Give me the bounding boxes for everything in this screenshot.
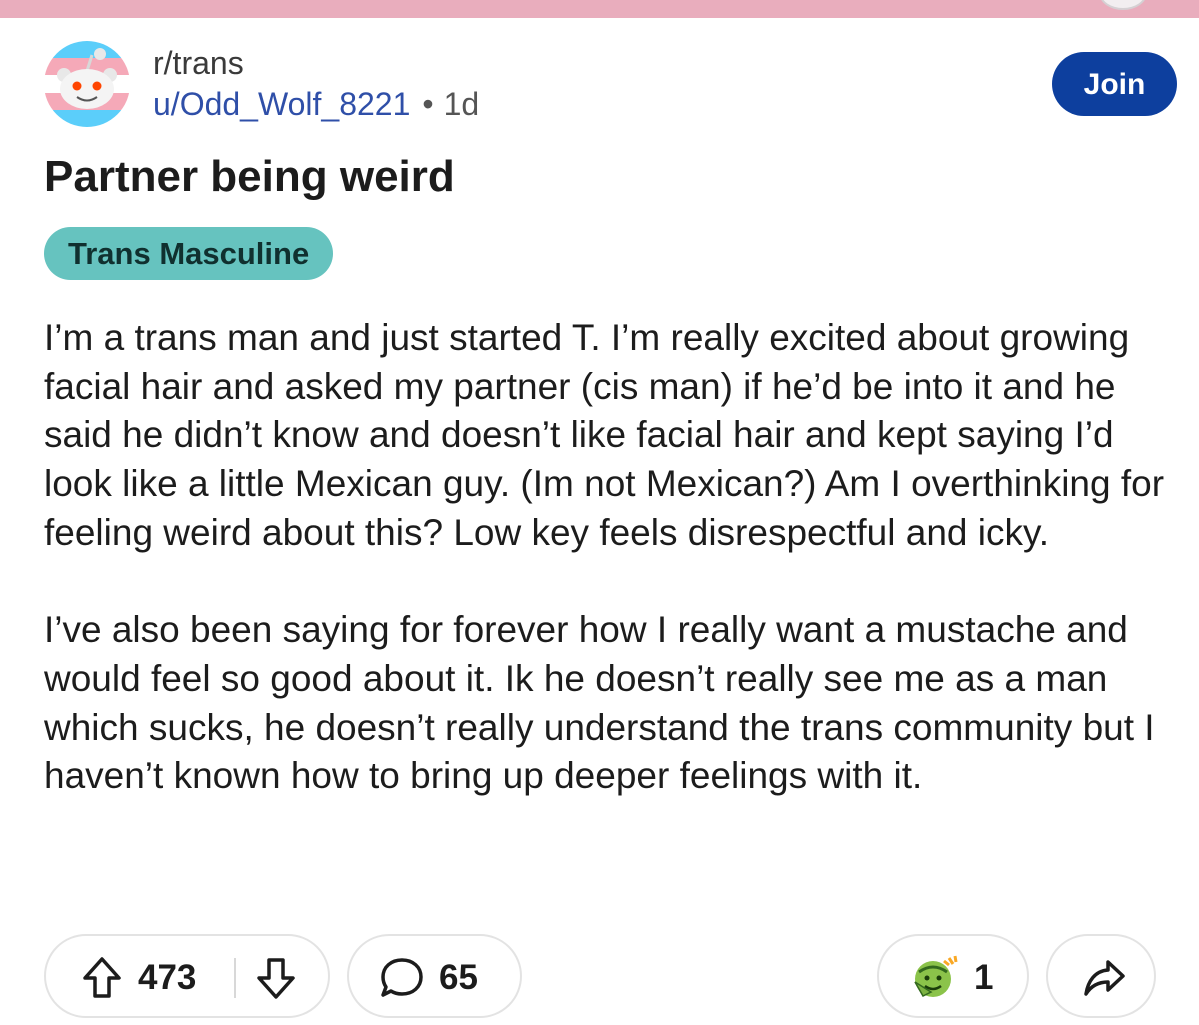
share-icon (1082, 956, 1126, 1005)
downvote-icon[interactable] (256, 956, 296, 1005)
join-button[interactable]: Join (1052, 52, 1177, 116)
post-paragraph: I’m a trans man and just started T. I’m … (44, 317, 1165, 553)
subreddit-name[interactable]: r/trans (153, 44, 244, 82)
post-age: 1d (443, 86, 480, 122)
vote-divider (234, 958, 236, 998)
author-username[interactable]: u/Odd_Wolf_8221 (153, 86, 410, 122)
top-bar (0, 0, 1199, 18)
vote-bar: 473 (44, 934, 330, 1018)
upvote-icon[interactable] (82, 956, 122, 1005)
comments-button[interactable]: 65 (347, 934, 522, 1018)
subreddit-avatar[interactable] (44, 41, 130, 127)
comment-count: 65 (439, 958, 478, 997)
post-paragraph: I’ve also been saying for forever how I … (44, 609, 1155, 797)
top-bar-button[interactable] (1099, 0, 1147, 10)
meta-separator: • (422, 86, 434, 122)
share-button[interactable] (1046, 934, 1156, 1018)
post-body: I’m a trans man and just started T. I’m … (44, 314, 1169, 801)
vote-score: 473 (138, 958, 197, 997)
comment-icon (379, 956, 425, 1005)
award-count: 1 (974, 958, 994, 997)
reddit-snoo-icon (44, 41, 130, 127)
post-meta: u/Odd_Wolf_8221 • 1d (153, 84, 479, 124)
post-title[interactable]: Partner being weird (44, 150, 455, 204)
award-button[interactable]: 1 (877, 934, 1029, 1018)
post-flair[interactable]: Trans Masculine (44, 227, 334, 280)
award-icon (909, 952, 961, 1007)
